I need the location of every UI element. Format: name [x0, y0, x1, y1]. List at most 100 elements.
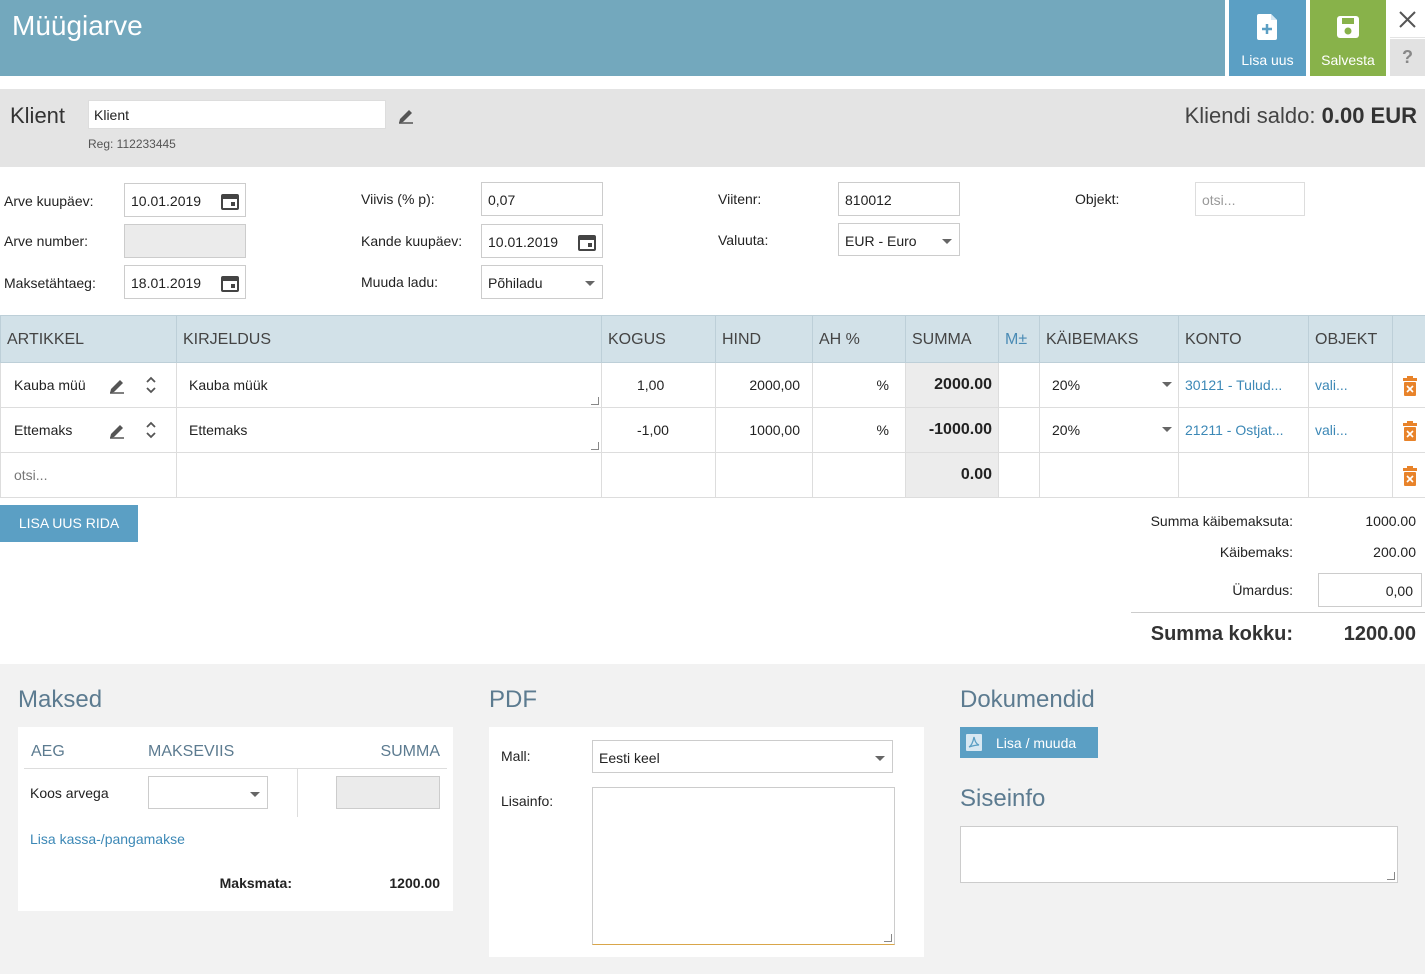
- table-row-quantity[interactable]: -1,00: [602, 408, 716, 453]
- close-icon: [1399, 11, 1416, 28]
- column-header-vat: KÄIBEMAKS: [1040, 315, 1179, 363]
- table-row-price[interactable]: 1000,00: [716, 408, 813, 453]
- close-button[interactable]: [1390, 0, 1425, 38]
- client-reg-number: Reg: 112233445: [88, 137, 176, 151]
- resize-handle[interactable]: [884, 934, 892, 942]
- reorder-icon[interactable]: [145, 375, 157, 395]
- chevron-down-icon: [1162, 427, 1172, 432]
- table-row-sign-toggle[interactable]: [999, 363, 1040, 408]
- table-row-vat-select[interactable]: 20%: [1040, 363, 1179, 408]
- documents-button-label: Lisa / muuda: [996, 735, 1077, 751]
- warehouse-value: Põhiladu: [488, 275, 543, 291]
- table-row-sum: -1000.00: [906, 408, 999, 453]
- payments-col-divider: [297, 769, 298, 817]
- payments-col-method: MAKSEVIIS: [148, 743, 235, 760]
- resize-handle[interactable]: [591, 397, 599, 405]
- trash-icon[interactable]: [1402, 466, 1418, 486]
- column-header-discount: AH %: [813, 315, 906, 363]
- payment-method-select[interactable]: [148, 776, 268, 809]
- save-button[interactable]: Salvesta: [1310, 0, 1386, 76]
- object-search-input[interactable]: otsi...: [1195, 182, 1305, 216]
- client-input[interactable]: Klient: [88, 100, 386, 129]
- reference-field[interactable]: 810012: [838, 182, 960, 216]
- help-button[interactable]: ?: [1390, 39, 1425, 76]
- vat-value: 20%: [1052, 377, 1081, 393]
- new-row-sum: 0.00: [906, 453, 999, 498]
- net-total-label: Summa käibemaksuta:: [1150, 513, 1293, 529]
- new-row-sign-toggle[interactable]: [999, 453, 1040, 498]
- invoice-date-value: 10.01.2019: [131, 193, 202, 209]
- currency-select[interactable]: EUR - Euro: [838, 223, 960, 256]
- new-row-quantity[interactable]: [602, 453, 716, 498]
- trash-icon[interactable]: [1402, 421, 1418, 441]
- app-header: Müügiarve: [0, 0, 1225, 76]
- column-header-sign-toggle[interactable]: M±: [999, 315, 1040, 363]
- table-row-account-link[interactable]: 21211 - Ostjat...: [1179, 408, 1309, 453]
- grand-total-value: 1200.00: [1343, 623, 1416, 645]
- entry-date-field[interactable]: 10.01.2019: [481, 224, 603, 258]
- entry-date-label: Kande kuupäev:: [361, 233, 463, 249]
- vat-value: 20%: [1052, 422, 1081, 438]
- calendar-icon[interactable]: [221, 192, 239, 210]
- resize-handle[interactable]: [1387, 872, 1395, 880]
- add-row-button[interactable]: LISA UUS RIDA: [0, 505, 138, 542]
- client-balance: Kliendi saldo: 0.00 EUR: [1185, 103, 1417, 129]
- table-row-description[interactable]: Ettemaks: [177, 408, 602, 453]
- new-row-account[interactable]: [1179, 453, 1309, 498]
- new-button[interactable]: Lisa uus: [1229, 0, 1306, 76]
- new-row-article-search[interactable]: otsi...: [0, 453, 177, 498]
- calendar-icon[interactable]: [221, 274, 239, 292]
- client-label: Klient: [10, 103, 66, 128]
- reference-label: Viitenr:: [718, 191, 762, 207]
- penalty-field[interactable]: 0,07: [481, 182, 603, 216]
- template-label: Mall:: [501, 748, 531, 764]
- internal-info-textarea[interactable]: [960, 826, 1398, 883]
- payments-col-sum: SUMMA: [380, 743, 440, 760]
- template-select[interactable]: Eesti keel: [592, 740, 893, 773]
- due-date-field[interactable]: 18.01.2019: [124, 265, 246, 299]
- table-row-account-link[interactable]: 30121 - Tulud...: [1179, 363, 1309, 408]
- chevron-down-icon: [1162, 382, 1172, 387]
- add-payment-link[interactable]: Lisa kassa-/pangamakse: [30, 831, 185, 847]
- object-label: Objekt:: [1075, 191, 1120, 207]
- documents-button[interactable]: Lisa / muuda: [960, 727, 1098, 758]
- table-row-sign-toggle[interactable]: [999, 408, 1040, 453]
- client-bar: Klient Klient Reg: 112233445 Kliendi sal…: [0, 89, 1425, 167]
- payments-header-divider: [24, 768, 447, 769]
- unpaid-label: Maksmata:: [219, 875, 292, 891]
- new-row-object[interactable]: [1309, 453, 1393, 498]
- pdf-title: PDF: [489, 686, 537, 713]
- resize-handle[interactable]: [591, 442, 599, 450]
- vat-total-value: 200.00: [1373, 544, 1416, 560]
- edit-icon[interactable]: [108, 377, 126, 395]
- table-row-object-link[interactable]: vali...: [1309, 408, 1393, 453]
- page-title: Müügiarve: [12, 10, 143, 41]
- table-row-discount[interactable]: %: [813, 363, 906, 408]
- currency-value: EUR - Euro: [845, 233, 917, 249]
- trash-icon[interactable]: [1402, 376, 1418, 396]
- calendar-icon[interactable]: [578, 233, 596, 251]
- net-total-value: 1000.00: [1365, 513, 1416, 529]
- table-row-price[interactable]: 2000,00: [716, 363, 813, 408]
- table-row-vat-select[interactable]: 20%: [1040, 408, 1179, 453]
- invoice-date-field[interactable]: 10.01.2019: [124, 183, 246, 217]
- column-header-price: HIND: [716, 315, 813, 363]
- new-row-description[interactable]: [177, 453, 602, 498]
- edit-icon[interactable]: [108, 422, 126, 440]
- new-row-discount[interactable]: [813, 453, 906, 498]
- vat-total-label: Käibemaks:: [1219, 544, 1293, 560]
- reorder-icon[interactable]: [145, 420, 157, 440]
- payment-sum-field: [336, 776, 440, 809]
- rounding-input[interactable]: 0,00: [1318, 573, 1422, 607]
- table-row-discount[interactable]: %: [813, 408, 906, 453]
- new-row-vat[interactable]: [1040, 453, 1179, 498]
- column-header-actions: [1393, 315, 1425, 363]
- table-row-description[interactable]: Kauba müük: [177, 363, 602, 408]
- edit-client-icon[interactable]: [397, 107, 415, 125]
- table-row-quantity[interactable]: 1,00: [602, 363, 716, 408]
- extra-info-textarea[interactable]: [592, 787, 895, 945]
- warehouse-select[interactable]: Põhiladu: [481, 265, 603, 299]
- new-row-price[interactable]: [716, 453, 813, 498]
- due-date-value: 18.01.2019: [131, 275, 202, 291]
- table-row-object-link[interactable]: vali...: [1309, 363, 1393, 408]
